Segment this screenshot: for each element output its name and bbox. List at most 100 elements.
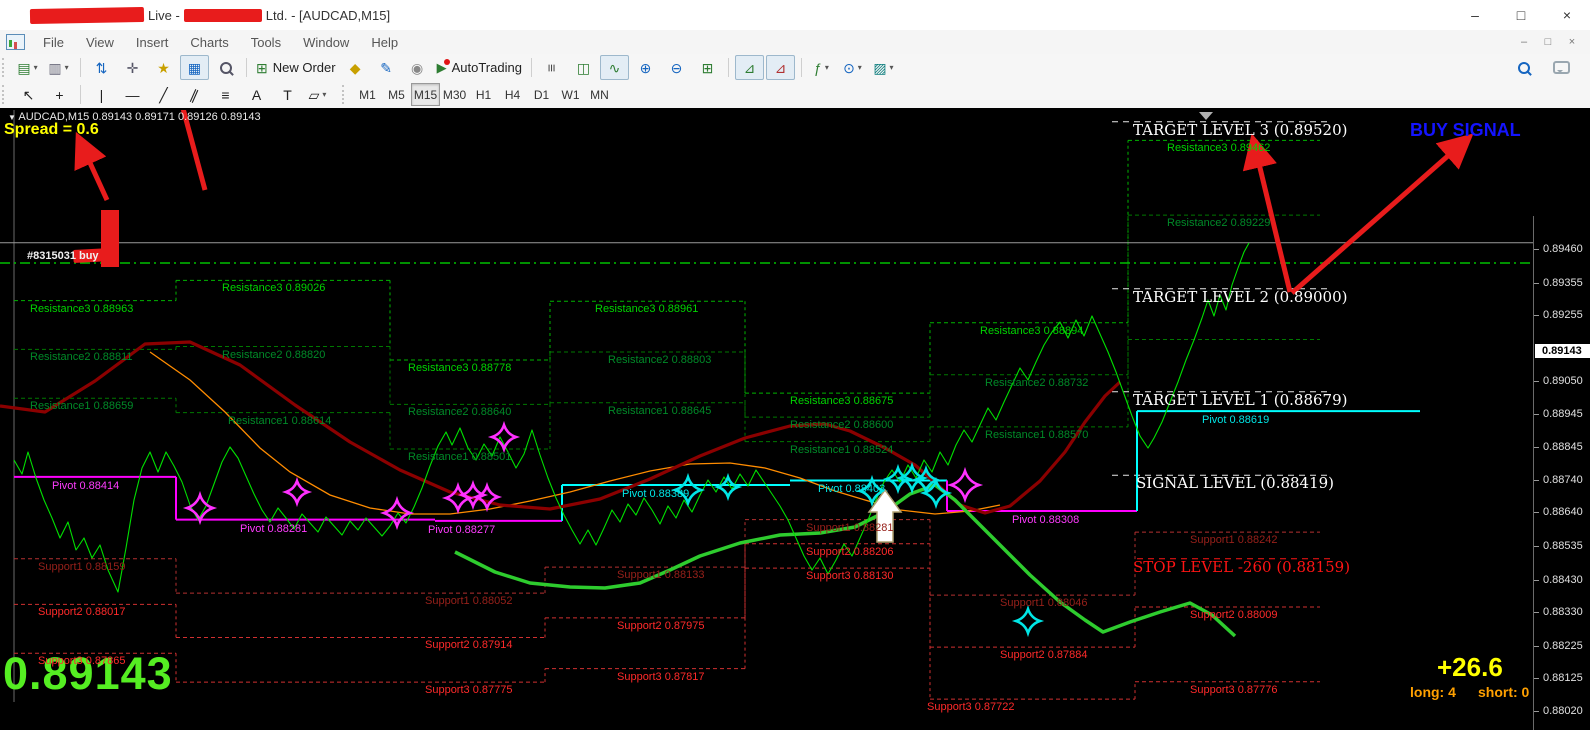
text-button[interactable]: A [242, 82, 271, 107]
horizontal-line-button[interactable]: — [118, 82, 147, 107]
chart-window: 0.894600.893550.892550.890500.889450.888… [0, 108, 1590, 730]
close-button[interactable]: × [1544, 0, 1590, 30]
crosshair-button[interactable]: + [45, 82, 74, 107]
timeframe-m15[interactable]: M15 [411, 83, 440, 106]
annotation-arrow [160, 110, 205, 190]
new-order-button-label: New Order [273, 60, 336, 75]
navigator-button[interactable]: ★ [149, 55, 178, 80]
autotrading-button[interactable]: ▶AutoTrading [434, 55, 525, 80]
trendline-button[interactable]: ╱ [149, 82, 178, 107]
price-tick-label: 0.88330 [1543, 606, 1583, 618]
curs-button[interactable]: ↖ [14, 82, 43, 107]
indicator-window2-button[interactable]: ⊿ [766, 55, 795, 80]
dropdown-caret-icon: ▾ [65, 63, 69, 72]
mdi-minimize-button[interactable]: – [1512, 36, 1536, 48]
timeframe-m5[interactable]: M5 [382, 83, 411, 106]
title-redaction-2 [184, 9, 262, 22]
timeframe-h1[interactable]: H1 [469, 83, 498, 106]
menu-insert[interactable]: Insert [125, 32, 180, 53]
menu-view[interactable]: View [75, 32, 125, 53]
price-tick [1534, 480, 1539, 481]
text-label-button[interactable]: T [273, 82, 302, 107]
menu-file[interactable]: File [32, 32, 75, 53]
timeframe-d1[interactable]: D1 [527, 83, 556, 106]
annotation-arrow [1254, 143, 1290, 292]
periods-button[interactable]: ⊙▾ [839, 55, 868, 80]
title-redaction-1 [30, 7, 144, 24]
expert-advisors-button[interactable]: ◆ [341, 55, 370, 80]
toolbar-separator [246, 58, 247, 77]
menu-bar: FileViewInsertChartsToolsWindowHelp – □ … [0, 30, 1590, 55]
terminal-icon: ▦ [188, 61, 201, 75]
mt4-window: Live - Ltd. - [AUDCAD,M15] – □ × FileVie… [0, 0, 1590, 730]
add-indicator-button[interactable]: ƒ▾ [808, 55, 837, 80]
search-button[interactable] [1509, 55, 1538, 80]
profiles-button[interactable]: ▥▾ [45, 55, 74, 80]
data-window-button[interactable]: ✛ [118, 55, 147, 80]
menu-help[interactable]: Help [360, 32, 409, 53]
chat-button[interactable] [1547, 55, 1576, 80]
menu-window[interactable]: Window [292, 32, 360, 53]
shapes-button[interactable]: ▱▾ [304, 82, 333, 107]
dropdown-caret-icon: ▾ [890, 63, 894, 72]
templates-button[interactable]: ▨▾ [870, 55, 899, 80]
new-order-icon: ⊞ [256, 61, 268, 75]
price-tick-label: 0.89460 [1543, 243, 1583, 255]
indicator-window-icon: ⊿ [744, 61, 756, 75]
timeframe-m30[interactable]: M30 [440, 83, 469, 106]
chart-bars-icon: ≡ [545, 63, 559, 71]
toolbar-grip [342, 85, 349, 104]
timeframe-h4[interactable]: H4 [498, 83, 527, 106]
chart-bars-button[interactable]: ≡ [538, 55, 567, 80]
price-tick [1534, 711, 1539, 712]
price-tick [1534, 283, 1539, 284]
zoom-out-icon: ⊖ [671, 61, 683, 75]
title-bar: Live - Ltd. - [AUDCAD,M15] – □ × [0, 0, 1590, 31]
window-title-live: Live - [148, 8, 180, 23]
order-label-redaction [73, 248, 107, 263]
text-label-icon: T [283, 88, 292, 102]
fibonacci-button[interactable]: ≡ [211, 82, 240, 107]
chart-plot-area[interactable] [0, 110, 1533, 702]
menu-charts[interactable]: Charts [179, 32, 239, 53]
zoom-in-icon: ⊕ [640, 61, 652, 75]
drawing-toolbar: ↖ + |—╱∥≡AT ▱▾ M1M5M15M30H1H4D1W1MN [0, 81, 1590, 109]
chart-line-button[interactable]: ∿ [600, 55, 629, 80]
annotation-arrow [1292, 140, 1466, 293]
navigator-icon: ★ [157, 61, 170, 75]
timeframe-mn[interactable]: MN [585, 83, 614, 106]
strategy-tester-button[interactable] [211, 55, 240, 80]
terminal-button[interactable]: ▦ [180, 55, 209, 80]
new-order-button[interactable]: ⊞ New Order [253, 55, 339, 80]
market-watch-button[interactable]: ⇅ [87, 55, 116, 80]
timeframe-w1[interactable]: W1 [556, 83, 585, 106]
expert-advisors-icon: ◆ [350, 61, 361, 75]
maximize-button[interactable]: □ [1498, 0, 1544, 30]
price-axis[interactable]: 0.894600.893550.892550.890500.889450.888… [1533, 216, 1590, 730]
signals-button[interactable]: ◉ [403, 55, 432, 80]
window-controls: – □ × [1452, 0, 1590, 30]
mdi-close-button[interactable]: × [1560, 36, 1584, 48]
price-tick-label: 0.88430 [1543, 574, 1583, 586]
menu-tools[interactable]: Tools [240, 32, 292, 53]
vertical-line-button[interactable]: | [87, 82, 116, 107]
dropdown-caret-icon: ▾ [858, 63, 862, 72]
zoom-out-button[interactable]: ⊖ [662, 55, 691, 80]
chart-candles-button[interactable]: ◫ [569, 55, 598, 80]
chart-candles-icon: ◫ [577, 61, 590, 75]
metaeditor-button[interactable]: ✎ [372, 55, 401, 80]
zoom-in-button[interactable]: ⊕ [631, 55, 660, 80]
minimize-button[interactable]: – [1452, 0, 1498, 30]
indicator-window-button[interactable]: ⊿ [735, 55, 764, 80]
channel-button[interactable]: ∥ [180, 82, 209, 107]
price-tick [1534, 512, 1539, 513]
tile-windows-button[interactable]: ⊞ [693, 55, 722, 80]
data-window-icon: ✛ [127, 61, 139, 75]
price-tick-label: 0.88945 [1543, 408, 1583, 420]
price-tick [1534, 381, 1539, 382]
mdi-restore-button[interactable]: □ [1536, 36, 1560, 48]
crosshair-icon: + [55, 88, 63, 102]
toolbar-grip [2, 58, 9, 77]
timeframe-m1[interactable]: M1 [353, 83, 382, 106]
new-chart-button[interactable]: ▤▾ [14, 55, 43, 80]
